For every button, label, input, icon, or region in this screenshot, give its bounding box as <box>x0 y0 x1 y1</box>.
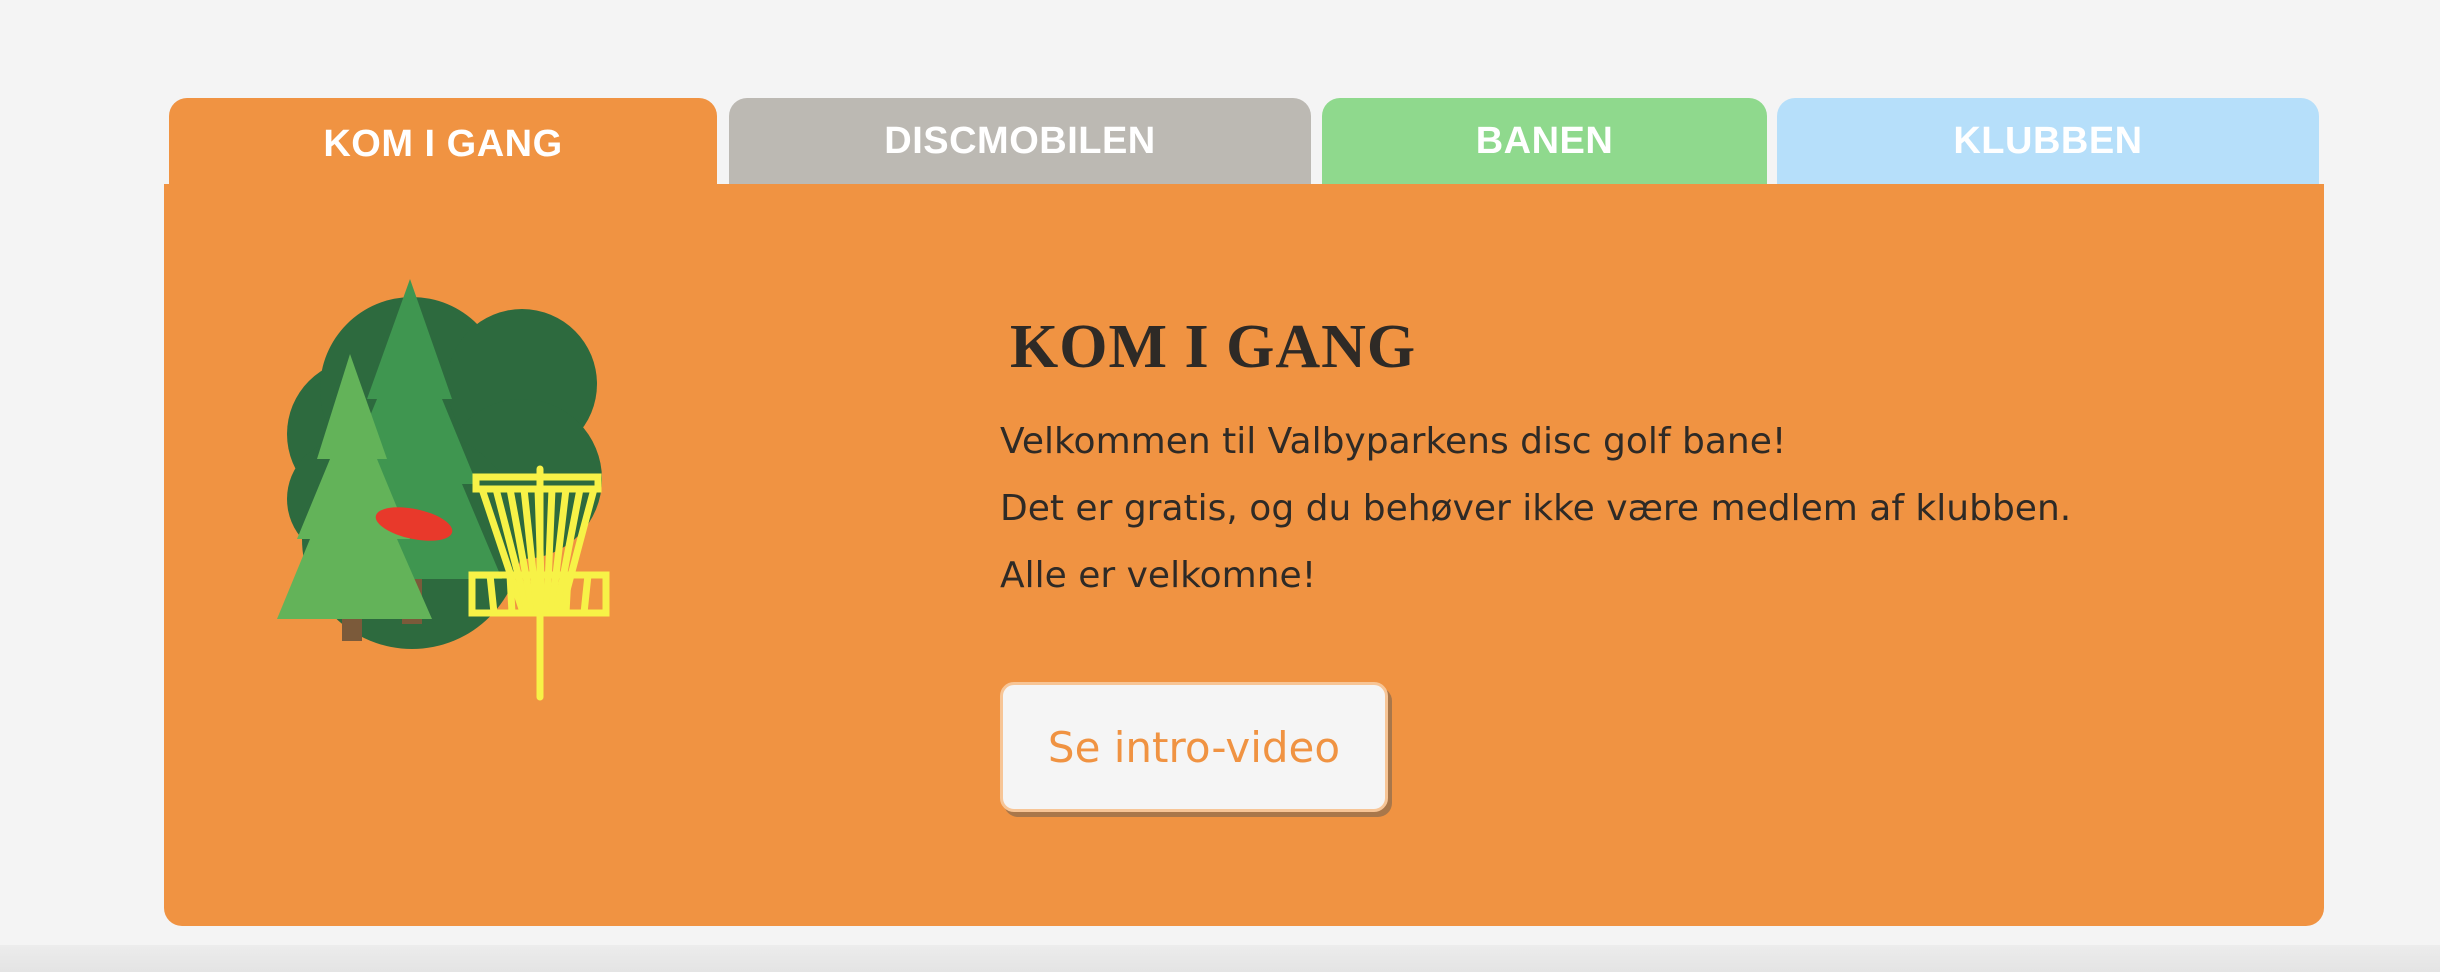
welcome-text: Velkommen til Valbyparkens disc golf ban… <box>1000 421 1787 462</box>
tab-label: BANEN <box>1475 119 1614 162</box>
tab-klubben[interactable]: KLUBBEN <box>1777 98 2319 184</box>
intro-video-button-label: Se intro-video <box>1047 722 1341 772</box>
page-footer-edge <box>0 945 2440 972</box>
free-text: Det er gratis, og du behøver ikke være m… <box>1000 488 2072 529</box>
tab-label: KOM I GANG <box>323 122 563 165</box>
tab-panel-kom-i-gang: KOM I GANG Velkommen til Valbyparkens di… <box>164 184 2324 926</box>
tab-banen[interactable]: BANEN <box>1322 98 1767 184</box>
tab-bar: KOM I GANG DISCMOBILEN BANEN KLUBBEN <box>169 98 2319 190</box>
tab-label: DISCMOBILEN <box>884 119 1156 162</box>
intro-video-button[interactable]: Se intro-video <box>1000 682 1388 812</box>
everyone-welcome-text: Alle er velkomne! <box>1000 555 1317 596</box>
page-title: KOM I GANG <box>1010 313 1417 381</box>
tab-kom-i-gang[interactable]: KOM I GANG <box>169 98 717 190</box>
disc-golf-illustration <box>277 279 610 701</box>
tab-discmobilen[interactable]: DISCMOBILEN <box>729 98 1311 184</box>
tab-label: KLUBBEN <box>1953 119 2143 162</box>
intro-content: KOM I GANG Velkommen til Valbyparkens di… <box>1000 313 2200 812</box>
